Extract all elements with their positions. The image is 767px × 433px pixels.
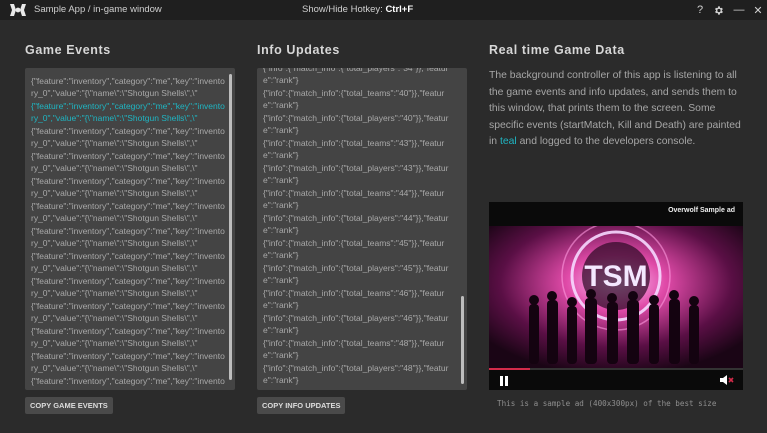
info-update-line: {"info":{"match_info":{"total_players":"… [263,213,449,235]
ad-caption: This is a sample ad (400x300px) of the b… [497,399,717,408]
info-update-line: {"info":{"match_info":{"total_teams":"45… [263,238,445,260]
game-event-line: {"feature":"inventory","category":"me","… [31,126,225,148]
realtime-title: Real time Game Data [489,43,625,57]
gear-icon [714,5,723,15]
game-events-log[interactable]: {"feature":"inventory","category":"me","… [25,68,235,390]
close-icon: ✕ [753,4,763,17]
sample-ad[interactable]: Overwolf Sample ad TSM [489,202,743,390]
info-update-line: {"info":{"match_info":{"total_teams":"40… [263,88,445,110]
game-event-line: {"feature":"inventory","category":"me","… [31,326,225,348]
info-update-line: {"info":{"match_info":{"total_players":"… [263,163,449,185]
hotkey-hint: Show/Hide Hotkey: Ctrl+F [302,4,413,15]
game-event-line: {"feature":"inventory","category":"me","… [31,201,225,223]
game-events-scrollbar[interactable] [229,74,232,380]
game-event-line: {"feature":"inventory","category":"me","… [31,376,225,390]
game-events-list: {"feature":"inventory","category":"me","… [31,76,225,390]
game-event-line: {"feature":"inventory","category":"me","… [31,301,225,323]
title-bar: Sample App / in-game window Show/Hide Ho… [0,0,767,20]
info-update-line: {"info":{"match_info":{"total_players":"… [263,68,449,85]
close-button[interactable]: ✕ [750,2,766,18]
game-event-line: {"feature":"inventory","category":"me","… [31,351,225,373]
info-updates-log[interactable]: {"info":{"match_info":{"total_players":"… [257,68,467,390]
game-events-title: Game Events [25,43,111,57]
game-event-line: {"feature":"inventory","category":"me","… [31,251,225,273]
game-event-line: {"feature":"inventory","category":"me","… [31,76,225,98]
settings-button[interactable] [710,2,726,18]
game-event-line: {"feature":"inventory","category":"me","… [31,226,225,248]
ad-image: TSM [489,226,743,368]
desc-teal-word: teal [499,136,517,147]
help-button[interactable]: ? [692,2,708,18]
info-update-line: {"info":{"match_info":{"total_players":"… [263,113,449,135]
game-event-line: {"feature":"inventory","category":"me","… [31,176,225,198]
copy-game-events-button[interactable]: COPY GAME EVENTS [25,397,113,414]
ad-progress-track[interactable] [489,368,743,370]
ad-controls [489,368,743,390]
info-update-line: {"info":{"match_info":{"total_players":"… [263,363,449,385]
info-update-line: {"info":{"match_info":{"total_players":"… [263,263,449,285]
hotkey-label: Show/Hide Hotkey: [302,4,383,15]
hotkey-value: Ctrl+F [385,4,414,15]
minimize-icon: — [733,4,745,16]
help-icon: ? [696,4,704,16]
info-update-line: {"info":{"match_info":{"total_players":"… [263,313,449,335]
info-updates-scrollbar[interactable] [461,296,464,384]
info-update-line: {"info":{"match_info":{"total_teams":"44… [263,188,445,210]
desc-text-after: and logged to the developers console. [516,136,696,147]
info-update-line: {"info":{"match_info":{"total_teams":"43… [263,138,445,160]
game-event-line: {"feature":"inventory","category":"me","… [31,151,225,173]
info-updates-list: {"info":{"match_info":{"total_players":"… [263,68,457,390]
ad-logo-text: TSM [584,260,647,293]
game-event-line: {"feature":"inventory","category":"me","… [31,276,225,298]
info-updates-title: Info Updates [257,43,340,57]
pause-icon[interactable] [498,375,510,387]
game-event-line: {"feature":"inventory","category":"me","… [31,101,225,123]
minimize-button[interactable]: — [731,2,747,18]
ad-progress-fill [489,368,530,370]
mute-icon[interactable] [719,374,735,386]
ad-label: Overwolf Sample ad [668,207,735,214]
app-logo-icon [10,4,26,16]
realtime-description: The background controller of this app is… [489,68,751,151]
info-update-line: {"info":{"match_info":{"total_teams":"46… [263,288,445,310]
window-title: Sample App / in-game window [34,4,162,15]
info-update-line: {"info":{"match_info":{"total_teams":"48… [263,338,445,360]
copy-info-updates-button[interactable]: COPY INFO UPDATES [257,397,346,414]
